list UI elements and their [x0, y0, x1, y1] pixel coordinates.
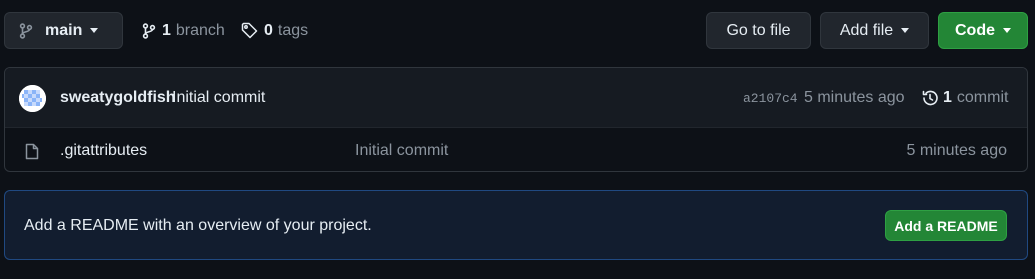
chevron-down-icon: [901, 28, 910, 33]
tags-label: tags: [277, 21, 309, 39]
file-name[interactable]: .gitattributes: [60, 142, 147, 160]
commit-count-label: commit: [956, 89, 1009, 106]
tag-icon: [241, 22, 258, 39]
branches-count: 1: [162, 21, 171, 39]
file-commit-time: 5 minutes ago: [906, 142, 1007, 159]
code-button[interactable]: Code: [938, 12, 1028, 49]
file-row[interactable]: .gitattributes Initial commit 5 minutes …: [5, 129, 1027, 171]
branch-selector-label: main: [45, 21, 83, 39]
branches-label: branch: [175, 21, 225, 39]
readme-prompt: Add a README with an overview of your pr…: [4, 190, 1028, 260]
add-readme-label: Add a README: [894, 217, 998, 234]
go-to-file-label: Go to file: [726, 21, 791, 39]
tags-count: 0: [264, 21, 273, 39]
readme-prompt-text: Add a README with an overview of your pr…: [24, 217, 372, 234]
chevron-down-icon: [1003, 28, 1011, 33]
history-icon: [921, 89, 939, 107]
file-icon: [25, 143, 39, 160]
commit-count: 1: [943, 89, 952, 106]
branches-link[interactable]: 1 branch: [142, 12, 225, 49]
code-label: Code: [955, 21, 995, 39]
commit-history-link[interactable]: 1 commit: [921, 89, 1008, 107]
add-file-button[interactable]: Add file: [820, 12, 929, 49]
add-file-label: Add file: [839, 21, 894, 39]
git-branch-icon: [19, 22, 33, 39]
chevron-down-icon: [90, 28, 99, 33]
commit-author[interactable]: sweatygoldfish: [60, 89, 176, 107]
commit-sha[interactable]: a2107c4: [743, 91, 798, 106]
file-commit-message[interactable]: Initial commit: [355, 142, 448, 160]
commit-message[interactable]: Initial commit: [172, 89, 265, 107]
latest-commit-bar: sweatygoldfish Initial commit a2107c4 5 …: [5, 68, 1027, 128]
author-avatar[interactable]: [19, 85, 46, 112]
add-readme-button[interactable]: Add a README: [885, 210, 1007, 241]
branch-selector-button[interactable]: main: [4, 12, 123, 49]
repo-toolbar: main 1 branch 0 tags Go to file Add file…: [4, 12, 1028, 50]
file-browser: sweatygoldfish Initial commit a2107c4 5 …: [4, 67, 1028, 172]
go-to-file-button[interactable]: Go to file: [706, 12, 811, 49]
tags-link[interactable]: 0 tags: [241, 12, 308, 49]
repo-overview: main 1 branch 0 tags Go to file Add file…: [0, 0, 1035, 279]
commit-time: 5 minutes ago: [804, 89, 905, 106]
git-branch-icon: [142, 22, 156, 39]
